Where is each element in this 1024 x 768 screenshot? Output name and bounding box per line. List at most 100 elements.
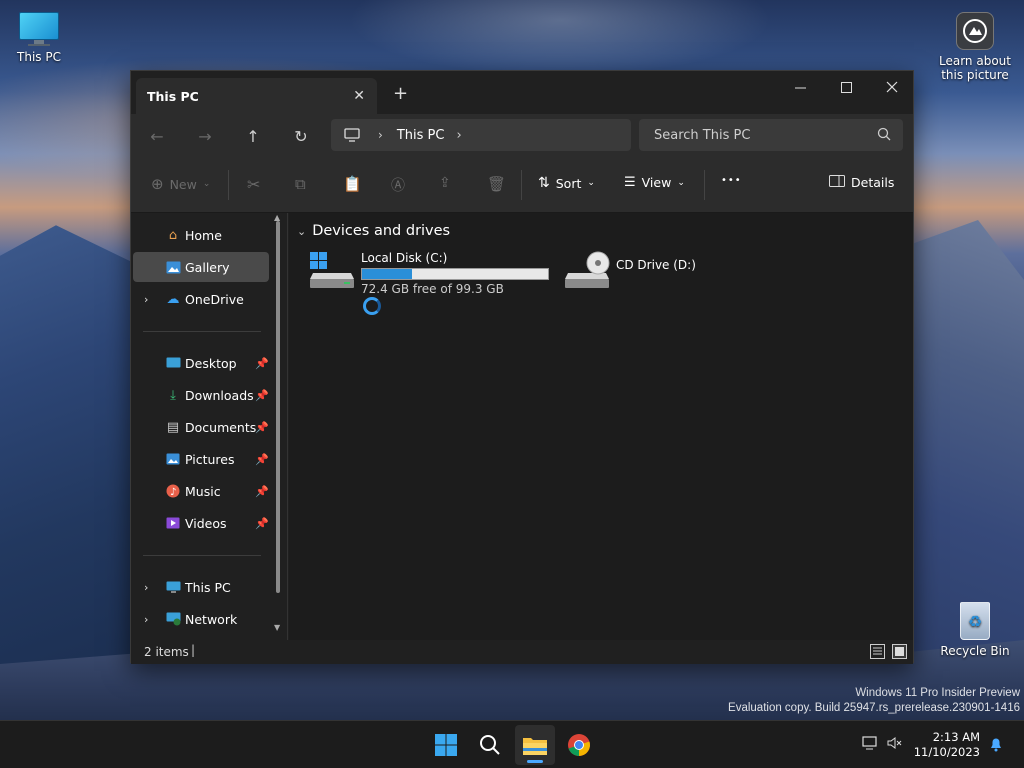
taskbar-chrome[interactable]: [559, 725, 599, 765]
navigation-bar: ← → ↑ ↻ › This PC › Search This PC: [131, 114, 913, 158]
pin-icon[interactable]: 📌: [255, 421, 269, 434]
tab-this-pc[interactable]: This PC ✕: [136, 78, 377, 114]
windows-logo-icon: [435, 734, 457, 756]
system-clock[interactable]: 2:13 AM 11/10/2023: [914, 730, 980, 760]
plus-circle-icon: ⊕: [151, 175, 164, 193]
tiles-view-button[interactable]: [892, 644, 907, 659]
cloud-icon: ☁: [166, 291, 180, 307]
forward-button[interactable]: →: [191, 124, 219, 148]
new-tab-button[interactable]: +: [393, 83, 408, 104]
close-window-button[interactable]: [869, 71, 915, 103]
details-button[interactable]: Details: [829, 175, 894, 190]
pin-icon[interactable]: 📌: [255, 453, 269, 466]
search-icon: [480, 735, 500, 755]
desktop-icon-label: This PC: [17, 50, 61, 64]
sidebar-divider: [143, 555, 261, 556]
sidebar-item-this-pc[interactable]: › This PC: [133, 572, 269, 602]
close-tab-icon[interactable]: ✕: [353, 88, 365, 104]
recycle-bin-icon: ♻: [957, 598, 993, 640]
chevron-right-icon[interactable]: ›: [378, 128, 383, 142]
volume-muted-icon[interactable]: [887, 736, 903, 754]
desktop-icon-recycle-bin[interactable]: ♻ Recycle Bin: [936, 598, 1014, 658]
desktop-icon-learn-about-picture[interactable]: Learn about this picture: [936, 12, 1014, 82]
sidebar-item-videos[interactable]: Videos 📌: [133, 508, 269, 538]
chevron-right-icon[interactable]: ›: [144, 293, 148, 306]
sidebar-item-documents[interactable]: ▤ Documents 📌: [133, 412, 269, 442]
sidebar-item-home[interactable]: ⌂ Home: [133, 220, 269, 250]
search-input[interactable]: Search This PC: [639, 119, 903, 151]
monitor-icon: [18, 12, 60, 46]
back-button[interactable]: ←: [143, 124, 171, 148]
sort-button[interactable]: ⇅ Sort ⌄: [538, 175, 595, 191]
computer-icon: [344, 128, 360, 142]
clock-time: 2:13 AM: [932, 730, 980, 744]
chevron-right-icon[interactable]: ›: [144, 613, 148, 626]
view-button[interactable]: ☰ View ⌄: [624, 175, 685, 190]
title-bar[interactable]: This PC ✕ +: [131, 71, 913, 115]
new-label: New: [169, 176, 197, 192]
clock-date: 11/10/2023: [913, 745, 980, 759]
desktop-icon-label: this picture: [941, 68, 1009, 82]
view-label: View: [641, 175, 672, 190]
sidebar-item-music[interactable]: ♪ Music 📌: [133, 476, 269, 506]
chevron-right-icon[interactable]: ›: [144, 581, 148, 594]
rename-button[interactable]: Ⓐ: [391, 175, 405, 195]
up-button[interactable]: ↑: [239, 124, 267, 148]
address-bar[interactable]: › This PC ›: [331, 119, 631, 151]
chrome-icon: [568, 734, 590, 756]
desktop-icon-this-pc[interactable]: This PC: [1, 12, 77, 64]
active-indicator: [527, 760, 543, 763]
home-icon: ⌂: [168, 227, 178, 243]
video-icon: [165, 515, 181, 531]
paste-icon: 📋: [343, 175, 362, 193]
group-header-devices[interactable]: ⌄ Devices and drives: [297, 223, 450, 239]
copy-button[interactable]: ⧉: [295, 175, 306, 193]
sidebar-item-downloads[interactable]: ⤓ Downloads 📌: [133, 380, 269, 410]
sidebar-item-label: Music: [185, 483, 221, 499]
paste-button[interactable]: 📋: [343, 175, 362, 193]
start-button[interactable]: [426, 725, 466, 765]
cut-button[interactable]: ✂: [247, 175, 260, 194]
status-bar: 2 items |: [131, 640, 913, 664]
more-options-button[interactable]: •••: [721, 175, 742, 186]
notification-bell-icon[interactable]: [989, 736, 1003, 756]
close-icon: [886, 81, 898, 93]
network-status-icon[interactable]: [862, 736, 878, 754]
share-button[interactable]: ⇪: [439, 175, 451, 191]
minimize-button[interactable]: [777, 71, 823, 103]
taskbar-file-explorer[interactable]: [515, 725, 555, 765]
delete-button[interactable]: 🗑: [487, 175, 506, 193]
pin-icon[interactable]: 📌: [255, 517, 269, 530]
pin-icon[interactable]: 📌: [255, 389, 269, 402]
sidebar-item-gallery[interactable]: Gallery: [133, 252, 269, 282]
details-view-button[interactable]: [870, 644, 885, 659]
sidebar-item-network[interactable]: › Network: [133, 604, 269, 634]
breadcrumb-this-pc[interactable]: This PC: [397, 128, 445, 143]
maximize-button[interactable]: [823, 71, 869, 103]
pin-icon[interactable]: 📌: [255, 357, 269, 370]
search-button[interactable]: [470, 725, 510, 765]
sidebar-scrollbar[interactable]: [276, 221, 280, 593]
file-list-pane: ⌄ Devices and drives Local Disk (C:) 72.…: [289, 213, 913, 640]
sidebar-item-label: Home: [185, 227, 222, 243]
drive-name: Local Disk (C:): [361, 251, 448, 265]
refresh-button[interactable]: ↻: [287, 124, 315, 148]
chevron-right-icon[interactable]: ›: [456, 128, 461, 143]
new-button[interactable]: ⊕ New ⌄: [151, 175, 210, 193]
sidebar-item-desktop[interactable]: Desktop 📌: [133, 348, 269, 378]
command-bar: ⊕ New ⌄ ✂ ⧉ 📋 Ⓐ ⇪ 🗑 ⇅ Sort ⌄ ☰ View ⌄ ••…: [131, 158, 913, 213]
drive-local-disk-c[interactable]: Local Disk (C:) 72.4 GB free of 99.3 GB: [309, 251, 559, 331]
chevron-down-icon: ⌄: [202, 179, 211, 189]
sidebar-item-pictures[interactable]: Pictures 📌: [133, 444, 269, 474]
drive-cd-d[interactable]: CD Drive (D:): [564, 251, 744, 291]
sidebar-item-label: Downloads: [185, 387, 254, 403]
scroll-down-arrow[interactable]: ▼: [274, 623, 280, 632]
drive-name: CD Drive (D:): [616, 258, 696, 272]
drive-usage-bar: [361, 268, 549, 280]
share-icon: ⇪: [439, 175, 451, 191]
sort-label: Sort: [555, 175, 582, 191]
drive-usage-fill: [362, 269, 413, 279]
sidebar-item-onedrive[interactable]: › ☁ OneDrive: [133, 284, 269, 314]
pin-icon[interactable]: 📌: [255, 485, 269, 498]
maximize-icon: [840, 81, 852, 93]
